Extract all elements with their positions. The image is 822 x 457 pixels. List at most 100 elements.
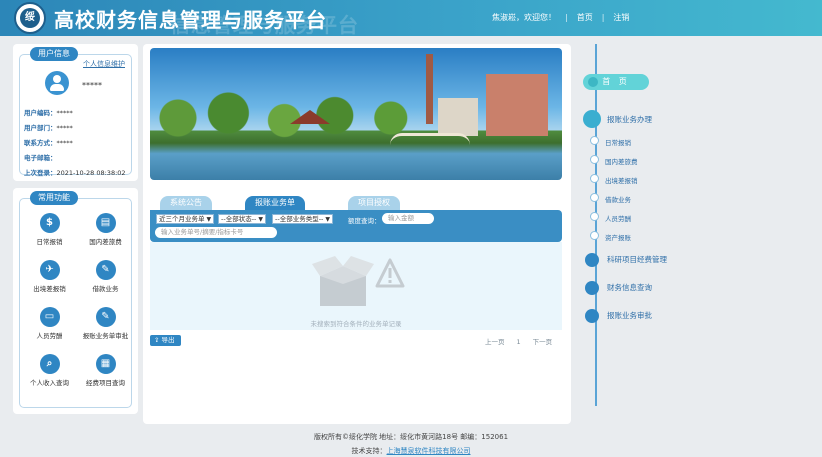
func-loan[interactable]: ✎ 借款业务 (78, 260, 133, 293)
func-overseas-travel[interactable]: ✈ 出境差报销 (22, 260, 77, 293)
func-project-query[interactable]: ▦ 经费项目查询 (78, 354, 133, 387)
ring-icon (590, 136, 599, 145)
banner-trees (150, 88, 430, 138)
user-info-tag: 用户信息 (30, 47, 78, 61)
pagination: 上一页 1 下一页 (485, 336, 564, 346)
right-nav: 首 页 报账业务办理 日常报销 国内差旅费 出境差报销 借款业务 人员劳酬 资产… (575, 44, 681, 424)
export-icon: ⇪ (154, 336, 162, 344)
nav-sub-label: 国内差旅费 (605, 158, 638, 166)
row-label: 上次登录： (24, 169, 57, 177)
amount-input[interactable]: 输入金额 (382, 213, 434, 224)
row-label: 用户部门： (24, 124, 57, 132)
func-label: 个人收入查询 (30, 379, 69, 387)
user-dept-row: 用户部门：***** (24, 122, 73, 132)
page-footer: 版权所有©绥化学院 地址：绥化市黄河路18号 邮编：152061 技术支持：上海… (0, 432, 822, 456)
chevron-down-icon: ▼ (325, 216, 331, 223)
content-tabs: 系统公告 报账业务单 项目授权 (150, 196, 562, 210)
support-label: 技术支持： (351, 447, 387, 455)
status-value: --全部状态-- (221, 215, 257, 223)
chevron-down-icon: ▼ (206, 216, 212, 223)
logo-mark: 绥 (20, 8, 40, 28)
period-select[interactable]: 近三个月业务单 ▼ (156, 214, 215, 224)
nav-label: 报账业务审批 (607, 311, 652, 320)
home-link[interactable]: 首页 (577, 13, 593, 22)
common-functions-tag: 常用功能 (30, 191, 78, 205)
func-label: 经费项目查询 (86, 379, 125, 387)
row-value: 2021-10-28 08:38:02 (56, 169, 126, 177)
tab-reimburse-orders[interactable]: 报账业务单 (245, 196, 305, 210)
func-labor-pay[interactable]: ▭ 人员劳酬 (22, 307, 77, 340)
status-select[interactable]: --全部状态-- ▼ (218, 214, 267, 224)
user-contact-row: 联系方式：***** (24, 137, 73, 147)
chevron-down-icon: ▼ (258, 216, 264, 223)
row-value: ***** (56, 124, 73, 132)
copyright-line: 版权所有©绥化学院 地址：绥化市黄河路18号 邮编：152061 (313, 433, 509, 441)
nav-sub-label: 日常报销 (605, 139, 631, 147)
row-value: ***** (56, 139, 73, 147)
avatar-icon (45, 71, 69, 95)
edit-icon: ✎ (95, 260, 116, 280)
id-card-icon: ▭ (39, 307, 60, 327)
func-income-query[interactable]: ⌕ 个人收入查询 (22, 354, 77, 387)
campus-banner-image (150, 48, 562, 180)
type-select[interactable]: --全部业务类型-- ▼ (272, 214, 334, 224)
nav-label: 财务信息查询 (607, 283, 652, 292)
user-info-panel: 用户信息 个人信息维护 ***** 用户编码：***** 用户部门：***** … (13, 44, 138, 181)
row-label: 用户编码： (24, 109, 57, 117)
nav-label: 科研项目经费管理 (607, 255, 667, 264)
top-header: 绥 信息管理与服务平台 高校财务信息管理与服务平台 焦淑崧，欢迎您！ | 首页 | 注销 (0, 0, 822, 37)
dollar-icon: $ (39, 213, 60, 233)
ring-icon (590, 193, 599, 202)
circle-icon (585, 281, 599, 295)
type-value: --全部业务类型-- (275, 215, 324, 223)
profile-edit-link[interactable]: 个人信息维护 (83, 59, 125, 69)
home-dot-icon (588, 77, 598, 87)
logout-link[interactable]: 注销 (613, 13, 629, 22)
plane-icon: ✈ (39, 260, 60, 280)
bus-icon: ▤ (95, 213, 116, 233)
nav-timeline (595, 44, 597, 406)
tab-project-auth[interactable]: 项目授权 (348, 196, 400, 210)
approve-icon: ✎ (95, 307, 116, 327)
func-approval[interactable]: ✎ 报账业务单审批 (78, 307, 133, 340)
func-label: 国内差旅费 (89, 238, 122, 246)
tab-notice[interactable]: 系统公告 (160, 196, 212, 210)
user-email-row: 电子邮箱： (24, 152, 57, 162)
nav-label: 报账业务办理 (607, 115, 652, 124)
order-list: 未搜索到符合条件的业务单记录 (150, 242, 562, 330)
support-line: 技术支持：上海慧泉软件科技有限公司 (0, 446, 822, 456)
last-login-row: 上次登录：2021-10-28 08:38:02 (24, 167, 126, 177)
func-daily-reimburse[interactable]: $ 日常报销 (22, 213, 77, 246)
export-button[interactable]: ⇪ 导出 (150, 335, 181, 346)
current-page: 1 (516, 338, 521, 346)
func-label: 报账业务单审批 (82, 332, 129, 340)
user-name: ***** (82, 81, 102, 90)
school-logo: 绥 (14, 2, 46, 34)
banner-bridge (390, 133, 470, 145)
func-label: 出境差报销 (33, 285, 66, 293)
main-content: 系统公告 报账业务单 项目授权 近三个月业务单 ▼ --全部状态-- ▼ --全部业… (143, 44, 571, 424)
filter-bar: 近三个月业务单 ▼ --全部状态-- ▼ --全部业务类型-- ▼ 额度查询： 输入金… (150, 210, 562, 242)
search-doc-icon: ⌕ (39, 354, 60, 374)
ring-icon (590, 231, 599, 240)
ring-icon (590, 174, 599, 183)
search-input[interactable]: 输入业务单号/摘要/指标卡号 (155, 227, 277, 238)
site-title: 高校财务信息管理与服务平台 (54, 8, 327, 32)
func-domestic-travel[interactable]: ▤ 国内差旅费 (78, 213, 133, 246)
banner-building (438, 98, 478, 136)
nav-sub-label: 人员劳酬 (605, 215, 631, 223)
ring-icon (590, 155, 599, 164)
circle-icon (585, 309, 599, 323)
empty-message: 未搜索到符合条件的业务单记录 (310, 320, 402, 328)
func-label: 日常报销 (36, 238, 63, 246)
func-label: 借款业务 (92, 285, 119, 293)
next-page-button[interactable]: 下一页 (533, 338, 553, 346)
circle-icon (583, 110, 601, 128)
export-label: 导出 (161, 336, 175, 344)
empty-box-icon (312, 256, 405, 306)
row-label: 联系方式： (24, 139, 57, 147)
user-info-box: 用户信息 个人信息维护 ***** 用户编码：***** 用户部门：***** … (19, 47, 132, 177)
support-company-link[interactable]: 上海慧泉软件科技有限公司 (387, 447, 471, 455)
project-icon: ▦ (95, 354, 116, 374)
prev-page-button[interactable]: 上一页 (485, 338, 505, 346)
